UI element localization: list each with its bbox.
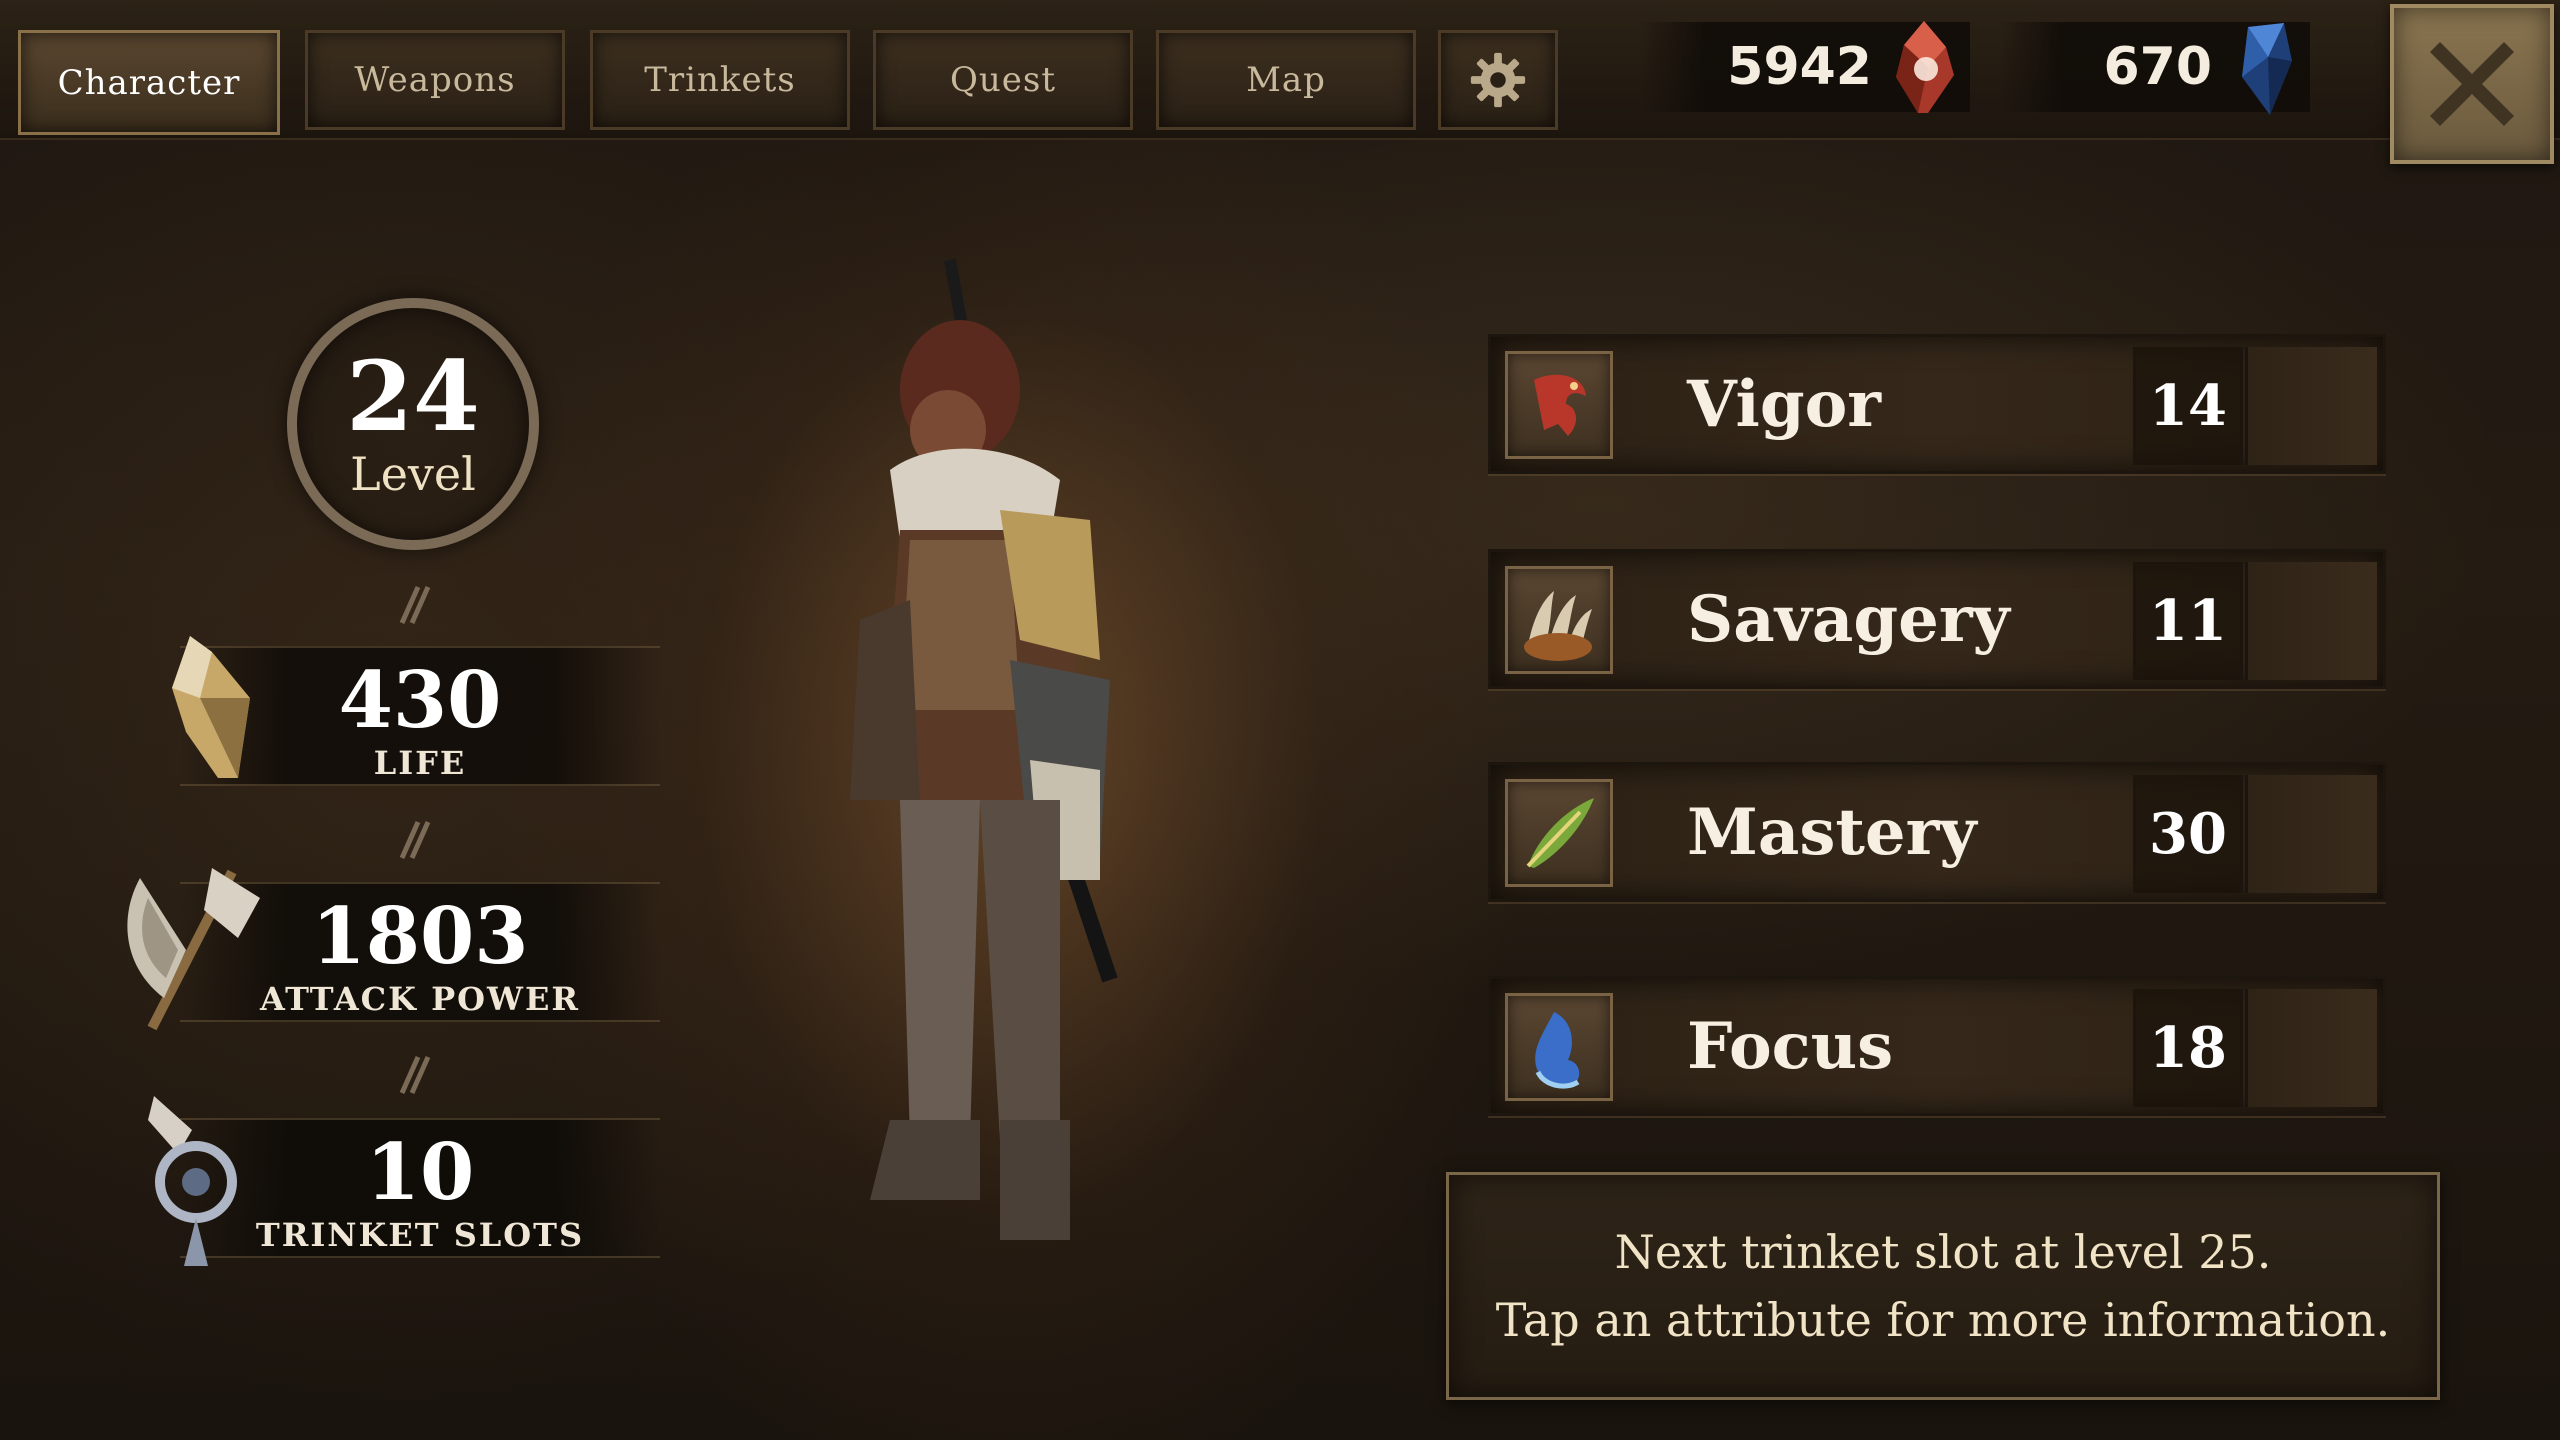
gear-icon [1470, 52, 1526, 108]
vigor-label: Vigor [1687, 367, 1881, 442]
trinket-pendant-icon [148, 1096, 237, 1266]
tab-map[interactable]: Map [1156, 30, 1416, 130]
mastery-feather-icon [1526, 798, 1594, 868]
vigor-value: 14 [2133, 347, 2243, 465]
savagery-claw-icon [1524, 591, 1592, 661]
mastery-label: Mastery [1687, 795, 1977, 870]
mastery-endcap [2245, 775, 2377, 893]
top-bar: Character Weapons Trinkets Quest Map 594… [0, 0, 2560, 164]
tab-weapons[interactable]: Weapons [305, 30, 565, 130]
level-badge: 24 Level [287, 298, 539, 550]
level-label: Level [350, 447, 476, 501]
red-currency-amount: 5942 [1727, 37, 1872, 97]
blue-currency: 670 [2000, 22, 2310, 115]
blue-crystal-icon [2242, 23, 2292, 115]
vigor-icon-frame [1505, 351, 1613, 459]
focus-label: Focus [1687, 1009, 1894, 1084]
character-model [850, 258, 1118, 1240]
focus-value: 18 [2133, 989, 2243, 1107]
mastery-icon-frame [1505, 779, 1613, 887]
savagery-label: Savagery [1687, 582, 2010, 657]
focus-endcap [2245, 989, 2377, 1107]
close-x-icon [2430, 42, 2514, 126]
attribute-row-savagery[interactable]: Savagery 11 [1488, 549, 2386, 689]
divider-ornament [384, 1050, 444, 1100]
red-currency: 5942 [1640, 21, 1970, 113]
tab-character[interactable]: Character [18, 30, 280, 135]
info-line-1: Next trinket slot at level 25. [1614, 1225, 2272, 1279]
life-shield-icon [172, 636, 250, 778]
settings-button[interactable] [1438, 30, 1558, 130]
info-panel: Next trinket slot at level 25. Tap an at… [1446, 1172, 2440, 1400]
focus-spirit-icon [1535, 1012, 1580, 1089]
info-line-2: Tap an attribute for more information. [1495, 1293, 2391, 1347]
close-button[interactable] [2390, 4, 2554, 164]
tab-quest[interactable]: Quest [873, 30, 1133, 130]
attribute-row-vigor[interactable]: Vigor 14 [1488, 334, 2386, 474]
mastery-value: 30 [2133, 775, 2243, 893]
savagery-endcap [2245, 562, 2377, 680]
blue-currency-amount: 670 [2103, 37, 2212, 97]
savagery-icon-frame [1505, 566, 1613, 674]
level-value: 24 [346, 340, 480, 453]
divider-ornament [384, 580, 444, 630]
attribute-row-mastery[interactable]: Mastery 30 [1488, 762, 2386, 902]
savagery-value: 11 [2133, 562, 2243, 680]
divider-ornament [384, 815, 444, 865]
battle-axe-icon [127, 868, 260, 1031]
vigor-endcap [2245, 347, 2377, 465]
red-gem-icon [1896, 21, 1954, 113]
focus-icon-frame [1505, 993, 1613, 1101]
attribute-row-focus[interactable]: Focus 18 [1488, 976, 2386, 1116]
vigor-dragon-icon [1534, 374, 1586, 436]
tab-trinkets[interactable]: Trinkets [590, 30, 850, 130]
